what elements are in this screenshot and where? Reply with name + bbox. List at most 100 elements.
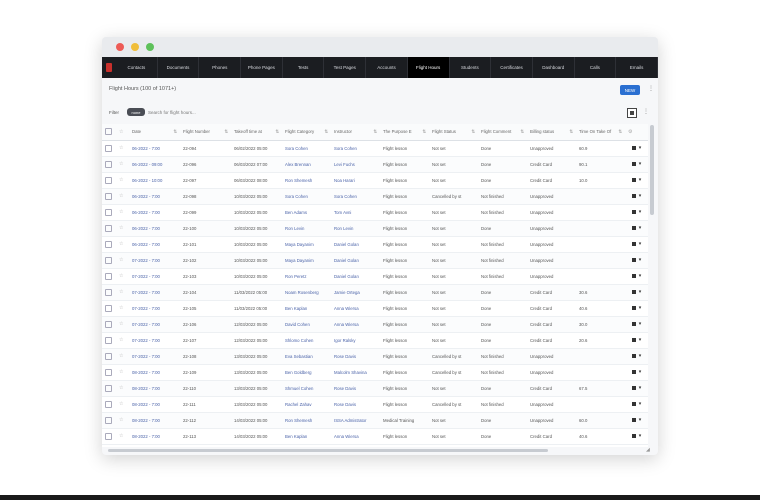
- table-cell[interactable]: Alex Brennan: [282, 156, 331, 173]
- row-menu-icon[interactable]: ▾: [639, 417, 642, 423]
- edit-icon[interactable]: [631, 385, 636, 390]
- star-icon[interactable]: ☆: [119, 161, 123, 167]
- table-cell[interactable]: Sora Cohen: [282, 188, 331, 205]
- row-checkbox[interactable]: [105, 288, 112, 296]
- table-cell[interactable]: Rose Davis: [331, 380, 380, 397]
- row-menu-icon[interactable]: ▾: [639, 193, 642, 199]
- edit-icon[interactable]: [631, 433, 636, 438]
- table-cell[interactable]: 06-2022 - 10:00: [129, 172, 180, 189]
- edit-icon[interactable]: [631, 161, 636, 166]
- nav-tab[interactable]: Calls: [575, 57, 617, 78]
- table-row[interactable]: ☆ 07-2022 - 7:00 22-104 11/03/2022 05:00 Noa…: [102, 284, 648, 301]
- table-row[interactable]: ☆ 08-2022 - 7:00 22-113 14/03/2022 05:00 Ben…: [102, 428, 648, 445]
- table-cell[interactable]: Noa Harari: [331, 172, 380, 189]
- minimize-window-button[interactable]: [131, 43, 139, 51]
- table-cell[interactable]: Ron Levin: [331, 220, 380, 237]
- table-cell[interactable]: 07-2022 - 7:00: [129, 300, 180, 317]
- sort-icon[interactable]: ⇅: [569, 129, 573, 135]
- sort-icon[interactable]: ⇅: [422, 129, 426, 135]
- sort-icon[interactable]: ⇅: [173, 129, 177, 135]
- star-icon[interactable]: ☆: [119, 401, 123, 407]
- edit-icon[interactable]: [631, 209, 636, 214]
- table-cell[interactable]: Ron Shemesh: [282, 412, 331, 429]
- vertical-scrollbar[interactable]: [650, 125, 654, 215]
- table-cell[interactable]: 07-2022 - 7:00: [129, 332, 180, 349]
- row-menu-icon[interactable]: ▾: [639, 161, 642, 167]
- table-cell[interactable]: Ben Kaplan: [282, 300, 331, 317]
- row-menu-icon[interactable]: ▾: [639, 369, 642, 375]
- table-cell[interactable]: Eva Sebastian: [282, 348, 331, 365]
- row-checkbox[interactable]: [105, 144, 112, 152]
- table-row[interactable]: ☆ 06-2022 - 7:00 22-094 06/02/2022 05:00 Sor…: [102, 140, 648, 157]
- star-icon[interactable]: ☆: [119, 353, 123, 359]
- star-icon[interactable]: ☆: [119, 257, 123, 263]
- row-checkbox[interactable]: [105, 400, 112, 408]
- table-row[interactable]: ☆ 06-2022 - 7:00 22-099 10/03/2022 05:00 Ben…: [102, 204, 648, 221]
- nav-tab[interactable]: Phone Pages: [241, 57, 283, 78]
- star-icon[interactable]: ☆: [119, 145, 123, 151]
- row-checkbox[interactable]: [105, 416, 112, 424]
- row-checkbox[interactable]: [105, 352, 112, 360]
- resize-handle-icon[interactable]: ◢: [646, 447, 654, 453]
- table-row[interactable]: ☆ 07-2022 - 7:00 22-106 12/03/2022 05:00 Dav…: [102, 316, 648, 333]
- nav-tab[interactable]: Tests: [283, 57, 325, 78]
- table-cell[interactable]: Daniel Golan: [331, 252, 380, 269]
- star-icon[interactable]: ☆: [119, 241, 123, 247]
- sort-icon[interactable]: ⇅: [618, 129, 622, 135]
- filter-more-icon[interactable]: ⋮: [643, 108, 649, 115]
- table-cell[interactable]: Ben Kaplan: [282, 428, 331, 445]
- edit-icon[interactable]: [631, 193, 636, 198]
- nav-tab[interactable]: Phones: [199, 57, 242, 78]
- row-menu-icon[interactable]: ▾: [639, 257, 642, 263]
- star-icon[interactable]: ☆: [119, 193, 123, 199]
- star-icon[interactable]: ☆: [119, 433, 123, 439]
- star-icon[interactable]: ☆: [119, 337, 123, 343]
- row-menu-icon[interactable]: ▾: [639, 177, 642, 183]
- table-row[interactable]: ☆ 08-2022 - 7:00 22-112 14/03/2022 05:00 Ron…: [102, 412, 648, 429]
- star-icon[interactable]: ☆: [119, 385, 123, 391]
- nav-tab[interactable]: Certificates: [491, 57, 533, 78]
- table-row[interactable]: ☆ 07-2022 - 7:00 22-103 10/03/2022 05:00 Ron…: [102, 268, 648, 285]
- column-header[interactable]: ⇅ Flight Comment: [478, 124, 527, 141]
- table-cell[interactable]: Ron Levin: [282, 220, 331, 237]
- table-row[interactable]: ☆ 07-2022 - 7:00 22-105 11/03/2022 05:00 Ben…: [102, 300, 648, 317]
- table-cell[interactable]: David Cohen: [282, 316, 331, 333]
- table-row[interactable]: ☆ 07-2022 - 7:00 22-108 13/03/2022 05:00 Eva…: [102, 348, 648, 365]
- table-cell[interactable]: Shmuel Cohen: [282, 380, 331, 397]
- table-row[interactable]: ☆ 06-2022 - 10:00 22-097 06/03/2022 08:00 Ro…: [102, 172, 648, 189]
- nav-tab[interactable]: Dashboard: [533, 57, 575, 78]
- star-icon[interactable]: ☆: [119, 209, 123, 215]
- edit-icon[interactable]: [631, 353, 636, 358]
- edit-icon[interactable]: [631, 337, 636, 342]
- table-cell[interactable]: Anna Wiersa: [331, 316, 380, 333]
- row-menu-icon[interactable]: ▾: [639, 273, 642, 279]
- row-checkbox[interactable]: [105, 208, 112, 216]
- table-cell[interactable]: Anna Wiersa: [331, 428, 380, 445]
- nav-tab[interactable]: Flight Hours: [407, 57, 450, 78]
- nav-tab[interactable]: Accounts: [366, 57, 408, 78]
- table-cell[interactable]: 08-2022 - 7:00: [129, 396, 180, 413]
- edit-icon[interactable]: [631, 177, 636, 182]
- table-cell[interactable]: 06-2022 - 09:00: [129, 156, 180, 173]
- close-window-button[interactable]: [116, 43, 124, 51]
- table-cell[interactable]: Daniel Golan: [331, 236, 380, 253]
- table-row[interactable]: ☆ 06-2022 - 7:00 22-098 10/03/2022 05:00 Sor…: [102, 188, 648, 205]
- edit-icon[interactable]: [631, 225, 636, 230]
- column-header[interactable]: ⇅ Flight Category: [282, 124, 331, 141]
- row-menu-icon[interactable]: ▾: [639, 145, 642, 151]
- table-cell[interactable]: 08-2022 - 7:00: [129, 380, 180, 397]
- row-menu-icon[interactable]: ▾: [639, 241, 642, 247]
- app-logo[interactable]: [102, 57, 116, 78]
- table-row[interactable]: ☆ 08-2022 - 7:00 22-109 13/03/2022 05:00 Ben…: [102, 364, 648, 381]
- edit-icon[interactable]: [631, 401, 636, 406]
- table-cell[interactable]: 07-2022 - 7:00: [129, 284, 180, 301]
- table-cell[interactable]: Anna Wiersa: [331, 300, 380, 317]
- row-menu-icon[interactable]: ▾: [639, 401, 642, 407]
- row-menu-icon[interactable]: ▾: [639, 321, 642, 327]
- column-header[interactable]: ⇅ Flight Number: [180, 124, 231, 141]
- filter-label[interactable]: Filter: [109, 110, 119, 115]
- edit-icon[interactable]: [631, 305, 636, 310]
- table-cell[interactable]: 06-2022 - 7:00: [129, 236, 180, 253]
- table-row[interactable]: ☆ 06-2022 - 09:00 22-096 06/03/2022 07:00 Al…: [102, 156, 648, 173]
- column-header[interactable]: ⇅ Takeoff time at: [231, 124, 282, 141]
